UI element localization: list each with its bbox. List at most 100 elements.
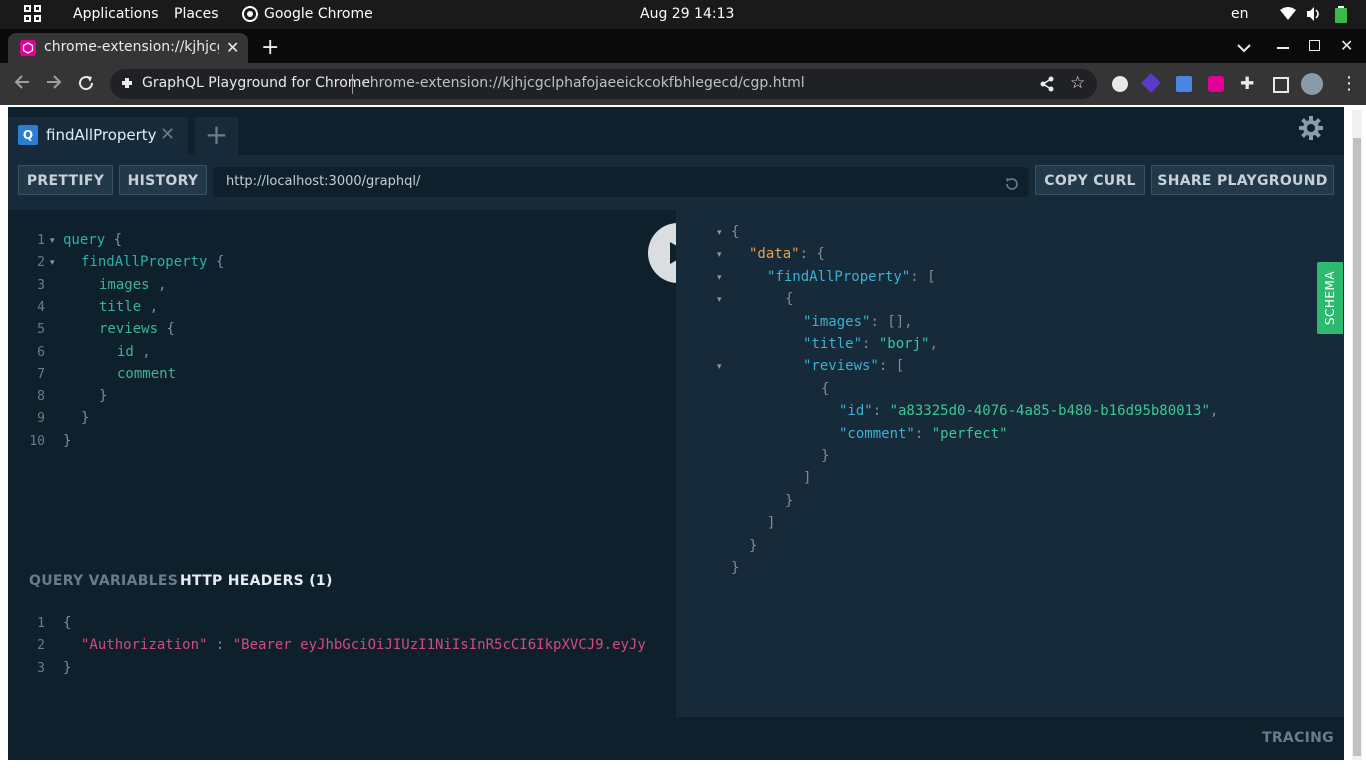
line-number: 1 xyxy=(37,616,45,631)
line-number: 10 xyxy=(29,433,45,449)
close-window-icon[interactable]: ✕ xyxy=(1340,36,1353,55)
chrome-icon xyxy=(242,6,258,26)
address-bar[interactable]: GraphQL Playground for Chrome chrome-ext… xyxy=(110,69,1097,99)
page-url[interactable]: chrome-extension://kjhjcgclphafojaeeickc… xyxy=(362,75,805,91)
close-tab-icon[interactable]: ✕ xyxy=(226,38,239,57)
site-info-icon[interactable] xyxy=(120,77,134,96)
code-line: "images": [], xyxy=(803,313,913,330)
reset-endpoint-icon[interactable] xyxy=(1004,174,1020,204)
line-number: 3 xyxy=(37,277,45,293)
code-line: title , xyxy=(99,298,159,315)
line-number: 7 xyxy=(37,366,45,382)
code-line: "reviews": [ xyxy=(803,358,905,375)
profile-avatar[interactable] xyxy=(1301,73,1323,95)
schema-tab[interactable]: SCHEMA xyxy=(1317,262,1343,334)
line-number: 2 xyxy=(37,638,45,654)
browser-tab[interactable]: chrome-extension://kjhjcg ✕ xyxy=(8,33,248,63)
query-variables-tab[interactable]: QUERY VARIABLES xyxy=(29,573,178,589)
fold-toggle-icon[interactable]: ▾ xyxy=(50,236,55,246)
code-line: "Authorization" : "Bearer eyJhbGciOiJIUz… xyxy=(81,637,646,654)
code-line: "id": "a83325d0-4076-4a85-b480-b16d95b80… xyxy=(839,403,1219,420)
tab-search-icon[interactable] xyxy=(1237,38,1251,57)
reload-icon[interactable] xyxy=(77,74,95,96)
site-name: GraphQL Playground for Chrome xyxy=(142,75,371,91)
graphql-extension-icon[interactable] xyxy=(1208,76,1224,92)
battery-icon[interactable] xyxy=(1335,6,1347,27)
code-line: "data": { xyxy=(749,246,825,263)
code-line: images , xyxy=(99,276,167,293)
clock[interactable]: Aug 29 14:13 xyxy=(640,6,734,22)
code-line: id , xyxy=(117,343,151,360)
history-button[interactable]: HISTORY xyxy=(119,165,207,195)
code-line: } xyxy=(63,432,72,449)
share-playground-button[interactable]: SHARE PLAYGROUND xyxy=(1151,165,1334,195)
forward-icon[interactable] xyxy=(45,73,63,95)
translate-extension-icon[interactable] xyxy=(1176,76,1192,92)
playground-footer xyxy=(8,717,1344,760)
wifi-icon[interactable] xyxy=(1280,7,1296,25)
code-line: } xyxy=(731,560,740,576)
extension-1-icon[interactable] xyxy=(1112,76,1128,92)
omnibox-divider xyxy=(352,74,353,94)
playground-tab-title: findAllProperty xyxy=(46,126,157,144)
schema-label: SCHEMA xyxy=(1323,270,1337,326)
fold-toggle-icon[interactable]: ▾ xyxy=(717,250,722,260)
code-line: ] xyxy=(767,515,776,532)
volume-icon[interactable] xyxy=(1307,7,1321,25)
code-line: reviews { xyxy=(99,321,175,338)
chrome-menu-icon[interactable]: ⋮ xyxy=(1340,73,1358,94)
places-menu[interactable]: Places xyxy=(174,6,219,22)
back-icon[interactable] xyxy=(13,73,31,95)
code-line: findAllProperty { xyxy=(81,254,225,271)
fold-toggle-icon[interactable]: ▾ xyxy=(717,362,722,372)
code-line: } xyxy=(63,659,72,676)
code-line: "comment": "perfect" xyxy=(839,425,1008,442)
page-scrollbar[interactable] xyxy=(1352,110,1362,760)
prettify-button[interactable]: PRETTIFY xyxy=(18,165,113,195)
copy-curl-button[interactable]: COPY CURL xyxy=(1035,165,1145,195)
code-line: query { xyxy=(63,232,123,248)
extensions-puzzle-icon[interactable]: ✚ xyxy=(1240,74,1254,94)
http-headers-tab[interactable]: HTTP HEADERS (1) xyxy=(180,573,333,589)
side-panel-icon[interactable] xyxy=(1273,77,1289,93)
bookmark-star-icon[interactable]: ☆ xyxy=(1070,73,1085,93)
input-language[interactable]: en xyxy=(1231,6,1249,22)
code-line: "title": "borj", xyxy=(803,336,938,352)
active-app-name[interactable]: Google Chrome xyxy=(264,6,373,22)
playground-tab[interactable]: Q findAllProperty ✕ xyxy=(8,117,188,155)
code-line: } xyxy=(785,492,794,509)
fold-toggle-icon[interactable]: ▾ xyxy=(717,295,722,305)
maximize-window-icon[interactable] xyxy=(1309,40,1320,51)
endpoint-input[interactable]: http://localhost:3000/graphql/ xyxy=(213,167,1029,197)
share-icon[interactable] xyxy=(1040,76,1054,96)
code-line: { xyxy=(731,224,740,240)
apps-grid-icon[interactable] xyxy=(24,5,42,27)
code-line: comment xyxy=(117,365,177,382)
playground-tab-bar: Q findAllProperty ✕ + xyxy=(8,107,1344,155)
code-line: } xyxy=(749,537,758,554)
code-line: { xyxy=(821,380,830,397)
fold-toggle-icon[interactable]: ▾ xyxy=(50,258,55,268)
system-top-bar: Applications Places Google Chrome Aug 29… xyxy=(0,0,1366,29)
result-viewer[interactable] xyxy=(676,210,1344,717)
settings-gear-icon[interactable] xyxy=(1298,115,1324,145)
fold-toggle-icon[interactable]: ▾ xyxy=(717,273,722,283)
code-line: } xyxy=(821,448,830,464)
tracing-button[interactable]: TRACING xyxy=(1262,730,1334,746)
new-tab-icon[interactable]: + xyxy=(261,35,279,60)
code-line: "findAllProperty": [ xyxy=(767,268,936,285)
line-number: 2 xyxy=(37,255,45,271)
query-badge: Q xyxy=(18,125,38,145)
line-number: 8 xyxy=(37,389,45,405)
code-line: ] xyxy=(803,470,812,487)
add-tab-button[interactable]: + xyxy=(195,117,238,155)
line-number: 4 xyxy=(37,299,45,315)
line-number: 3 xyxy=(37,660,45,676)
applications-menu[interactable]: Applications xyxy=(73,6,159,22)
extension-favicon-icon xyxy=(20,40,36,56)
fold-toggle-icon[interactable]: ▾ xyxy=(717,228,722,238)
close-playground-tab-icon[interactable]: ✕ xyxy=(160,124,175,145)
minimize-window-icon[interactable] xyxy=(1277,47,1289,49)
code-line: } xyxy=(81,410,90,427)
line-number: 1 xyxy=(37,233,45,248)
